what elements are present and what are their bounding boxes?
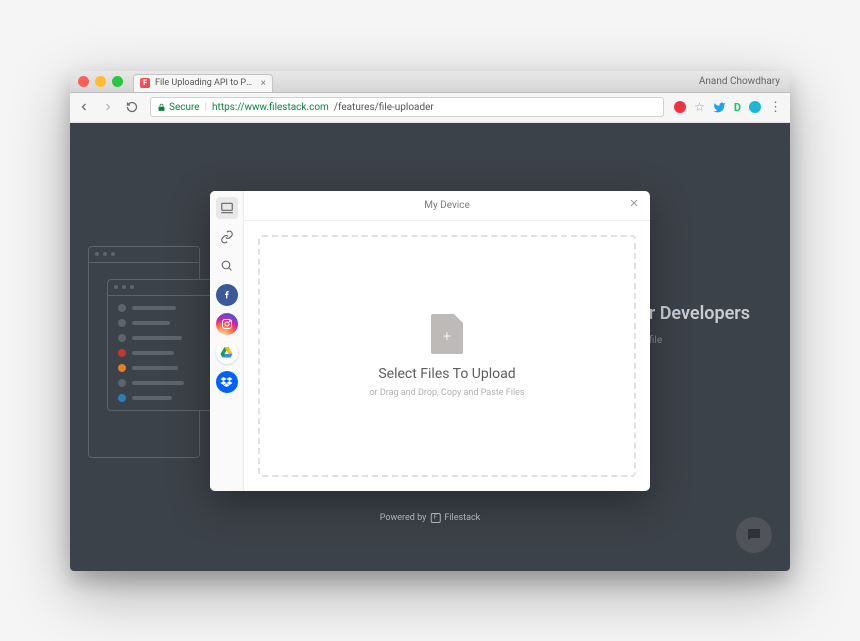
source-googledrive[interactable] [216, 342, 238, 364]
tab-strip: F File Uploading API to Power Yo × [133, 71, 273, 92]
extension-icon[interactable] [749, 101, 761, 113]
url-host: https://www.filestack.com [212, 102, 329, 113]
minimize-window-button[interactable] [95, 76, 106, 87]
extension-icons: ☆ D ⋮ [674, 100, 782, 115]
reload-button[interactable] [126, 101, 140, 113]
close-window-button[interactable] [78, 76, 89, 87]
secure-label: Secure [169, 102, 200, 113]
source-instagram[interactable] [216, 313, 238, 335]
powered-by-label: Powered by [380, 513, 427, 523]
chat-launcher-button[interactable] [736, 517, 772, 553]
powered-by-footer: Powered by F Filestack [380, 513, 481, 523]
uploader-source-sidebar [210, 191, 244, 491]
tab-close-icon[interactable]: × [261, 78, 266, 89]
tab-favicon-icon: F [140, 78, 150, 88]
browser-profile-label[interactable]: Anand Chowdhary [699, 76, 780, 87]
source-search[interactable] [216, 255, 238, 277]
window-titlebar: F File Uploading API to Power Yo × Anand… [70, 71, 790, 93]
close-icon[interactable] [628, 197, 640, 213]
browser-window: F File Uploading API to Power Yo × Anand… [70, 71, 790, 571]
page-headline: or Developers [639, 303, 750, 324]
source-link[interactable] [216, 226, 238, 248]
address-bar: Secure | https://www.filestack.com/featu… [70, 93, 790, 123]
source-dropbox[interactable] [216, 371, 238, 393]
extension-icon[interactable]: D [734, 101, 741, 114]
uploader-main: My Device + Select Files To Upload or Dr… [244, 191, 650, 491]
browser-menu-icon[interactable]: ⋮ [769, 100, 782, 115]
uploader-title: My Device [424, 200, 470, 211]
brand-name: Filestack [444, 513, 480, 523]
tab-title: File Uploading API to Power Yo [155, 78, 256, 88]
source-facebook[interactable] [216, 284, 238, 306]
extension-icon[interactable] [674, 101, 686, 113]
page-content: or Developers ur end users to more ives … [70, 123, 790, 571]
maximize-window-button[interactable] [112, 76, 123, 87]
file-uploader-dialog: My Device + Select Files To Upload or Dr… [210, 191, 650, 491]
secure-lock-icon: Secure [157, 102, 200, 113]
back-button[interactable] [78, 101, 92, 113]
forward-button[interactable] [102, 101, 116, 113]
url-input[interactable]: Secure | https://www.filestack.com/featu… [150, 97, 664, 117]
bookmark-star-icon[interactable]: ☆ [694, 100, 705, 114]
background-illustration [88, 246, 200, 458]
url-path: /features/file-uploader [334, 102, 434, 113]
filestack-logo-icon: F [430, 513, 440, 523]
file-add-icon: + [431, 314, 463, 354]
browser-tab[interactable]: F File Uploading API to Power Yo × [133, 74, 273, 92]
traffic-lights [78, 76, 123, 87]
file-dropzone[interactable]: + Select Files To Upload or Drag and Dro… [258, 235, 636, 477]
uploader-header: My Device [244, 191, 650, 221]
twitter-extension-icon[interactable] [713, 101, 726, 114]
dropzone-title: Select Files To Upload [378, 366, 515, 382]
source-my-device[interactable] [216, 197, 238, 219]
dropzone-subtitle: or Drag and Drop, Copy and Paste Files [369, 388, 524, 398]
